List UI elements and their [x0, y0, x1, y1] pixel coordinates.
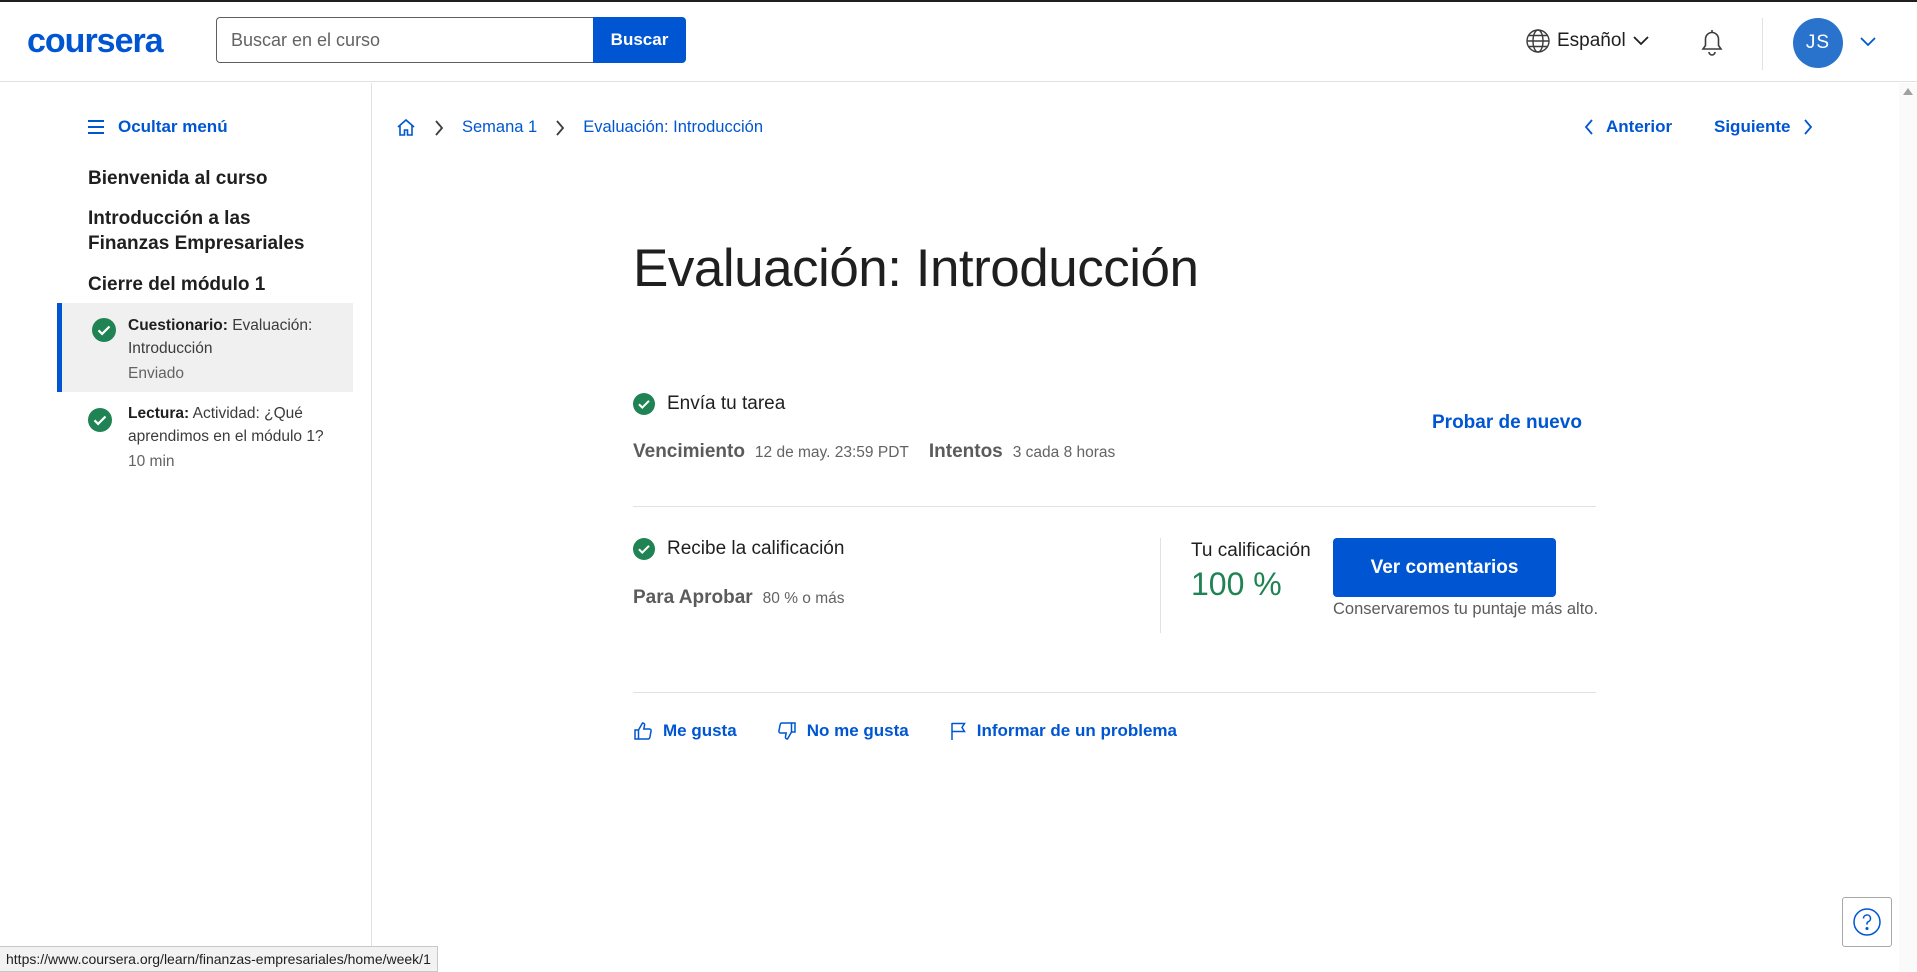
search-input[interactable]: [216, 17, 593, 63]
flag-icon: [950, 722, 966, 740]
bell-icon: [1701, 30, 1723, 56]
dislike-label: No me gusta: [806, 721, 909, 740]
pass-value: 80 % o más: [762, 590, 845, 607]
previous-button[interactable]: Anterior: [1584, 117, 1672, 137]
notifications-button[interactable]: [1698, 27, 1726, 62]
view-feedback-button[interactable]: Ver comentarios: [1333, 538, 1556, 597]
help-button[interactable]: [1842, 897, 1892, 947]
item-type: Lectura:: [128, 405, 190, 422]
coursera-logo[interactable]: coursera: [27, 22, 164, 61]
status-bar-url: https://www.coursera.org/learn/finanzas-…: [0, 946, 438, 972]
check-circle-icon: [633, 538, 655, 560]
sidebar-item-quiz[interactable]: Cuestionario: Evaluación: Introducción E…: [57, 303, 353, 392]
thumbs-up-icon: [634, 722, 652, 740]
chevron-right-icon: [555, 119, 565, 137]
like-label: Me gusta: [663, 721, 737, 740]
scroll-up-arrow-icon[interactable]: [1903, 88, 1913, 95]
previous-label: Anterior: [1606, 117, 1673, 136]
home-icon[interactable]: [396, 118, 416, 137]
retry-button[interactable]: Probar de nuevo: [1432, 412, 1582, 434]
your-grade-label: Tu calificación: [1191, 540, 1311, 561]
submit-title: Envía tu tarea: [667, 393, 786, 414]
section-divider: [633, 692, 1596, 693]
page-title: Evaluación: Introducción: [633, 239, 1199, 298]
attempts-label: Intentos: [928, 441, 1003, 462]
like-button[interactable]: Me gusta: [633, 721, 737, 741]
pass-label: Para Aprobar: [633, 587, 753, 608]
due-value: 12 de may. 23:59 PDT: [754, 444, 909, 461]
hide-menu-button[interactable]: Ocultar menú: [88, 117, 228, 137]
receive-grade-heading: Recibe la calificación: [633, 538, 844, 560]
globe-icon: [1526, 29, 1550, 53]
breadcrumb-week[interactable]: Semana 1: [462, 118, 537, 137]
menu-icon: [88, 120, 104, 134]
hide-menu-label: Ocultar menú: [118, 117, 228, 136]
chevron-left-icon: [1584, 119, 1593, 135]
sidebar-item-reading-text: Lectura: Actividad: ¿Qué aprendimos en e…: [128, 402, 328, 473]
header-divider: [1762, 18, 1763, 70]
your-grade-value: 100 %: [1191, 566, 1282, 602]
top-header: coursera Buscar Español JS: [0, 2, 1917, 82]
check-circle-icon: [92, 318, 116, 342]
item-type: Cuestionario:: [128, 317, 228, 334]
dislike-button[interactable]: No me gusta: [777, 721, 909, 741]
sidebar-section-module-close[interactable]: Cierre del módulo 1: [88, 272, 328, 297]
attempts-value: 3 cada 8 horas: [1012, 444, 1116, 461]
breadcrumb: Semana 1 Evaluación: Introducción: [396, 118, 763, 137]
language-selector[interactable]: Español: [1525, 28, 1650, 54]
sidebar-section-intro-finance[interactable]: Introducción a las Finanzas Empresariale…: [88, 206, 328, 256]
next-label: Siguiente: [1714, 117, 1791, 136]
item-status: Enviado: [128, 365, 185, 382]
chevron-right-icon: [434, 119, 444, 137]
chevron-right-icon: [1803, 119, 1812, 135]
search-button[interactable]: Buscar: [593, 17, 686, 63]
feedback-actions: Me gusta No me gusta Informar de un prob…: [633, 721, 1217, 741]
thumbs-down-icon: [777, 722, 796, 740]
sidebar-section-welcome[interactable]: Bienvenida al curso: [88, 166, 328, 191]
course-search: Buscar: [216, 17, 686, 63]
avatar[interactable]: JS: [1793, 18, 1843, 68]
item-duration: 10 min: [128, 453, 175, 470]
check-circle-icon: [88, 408, 112, 432]
grade-divider: [1160, 538, 1161, 633]
pass-info: Para Aprobar 80 % o más: [633, 587, 845, 609]
highest-score-note: Conservaremos tu puntaje más alto.: [1333, 600, 1599, 618]
breadcrumb-current[interactable]: Evaluación: Introducción: [583, 118, 763, 137]
section-divider: [633, 506, 1596, 507]
grade-title: Recibe la calificación: [667, 538, 845, 559]
sidebar-item-quiz-text: Cuestionario: Evaluación: Introducción E…: [128, 314, 328, 385]
report-label: Informar de un problema: [976, 721, 1177, 740]
page-scrollbar[interactable]: [1899, 83, 1917, 972]
chevron-down-icon: [1633, 36, 1649, 46]
next-button[interactable]: Siguiente: [1714, 117, 1813, 137]
due-info: Vencimiento 12 de may. 23:59 PDT Intento…: [633, 441, 1115, 463]
due-label: Vencimiento: [633, 441, 745, 462]
report-problem-button[interactable]: Informar de un problema: [949, 721, 1177, 741]
chevron-down-icon[interactable]: [1859, 36, 1877, 48]
course-sidebar: Ocultar menú Bienvenida al curso Introdu…: [0, 83, 372, 972]
check-circle-icon: [633, 393, 655, 415]
submit-assignment-heading: Envía tu tarea: [633, 393, 785, 415]
sidebar-item-reading[interactable]: Lectura: Actividad: ¿Qué aprendimos en e…: [57, 399, 353, 499]
language-label: Español: [1557, 30, 1626, 51]
help-icon: [1853, 908, 1881, 936]
